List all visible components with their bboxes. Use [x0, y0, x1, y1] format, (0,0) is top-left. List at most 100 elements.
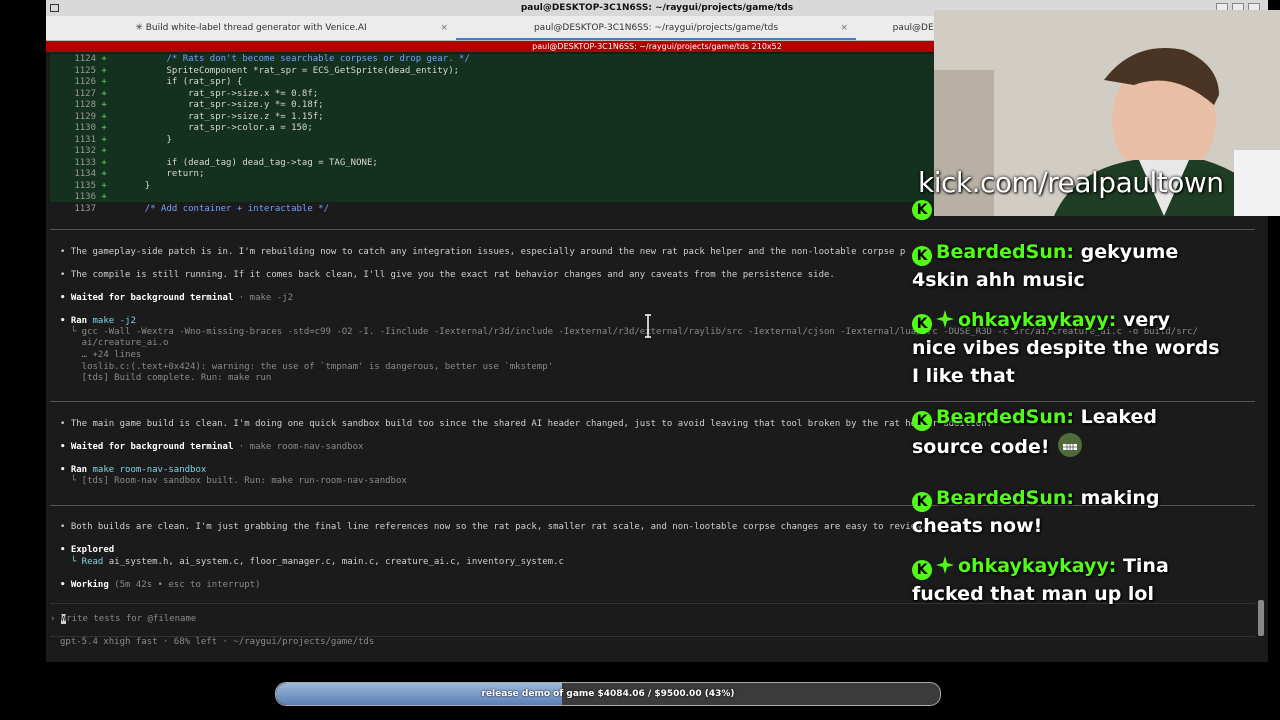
chat-text: Tina — [1116, 555, 1169, 577]
prompt-input[interactable]: › Write tests for @filename — [50, 614, 196, 625]
line-number: 1131 — [74, 134, 96, 145]
diff-sign: + — [101, 100, 107, 110]
wait-label: • Waited for background terminal — [60, 293, 234, 303]
diff-sign: + — [101, 54, 107, 64]
line-number: 1129 — [74, 111, 96, 122]
diff-line: 1136 + — [50, 192, 123, 204]
text-ibeam-cursor-icon — [645, 314, 651, 338]
diff-code: } — [123, 134, 172, 145]
chat-text: 4skin ahh music — [912, 269, 1085, 291]
wait-command: · make -j2 — [233, 293, 293, 303]
command-output: loslib.c:(.text+0x424): warning: the use… — [60, 362, 554, 372]
diff-line: 1126 + if (rat_spr) { — [50, 77, 242, 89]
diff-line: 1129 + rat_spr->size.z *= 1.15f; — [50, 111, 323, 124]
diff-view: 1124 + /* Rats don't become searchable c… — [50, 54, 935, 214]
ran-command: make room-nav-sandbox — [87, 465, 207, 475]
terminal-app-icon — [50, 4, 59, 12]
diff-sign: + — [101, 77, 107, 87]
kick-channel-url: kick.com/realpaultown — [918, 166, 1224, 199]
chat-username: ohkaykaykayy: — [958, 555, 1117, 577]
diff-sign: + — [101, 180, 107, 191]
ran-label: • Ran — [60, 465, 88, 475]
wait-command: · make room-nav-sandbox — [233, 442, 364, 452]
diff-sign: + — [101, 157, 107, 168]
kick-badge-icon: K — [912, 492, 932, 512]
ran-line: • Ran make -j2 — [60, 316, 136, 327]
chat-text: fucked that man up lol — [912, 583, 1154, 605]
chat-message: Kohkaykaykayy: Tina fucked that man up l… — [912, 552, 1169, 608]
donation-goal-label: release demo of game $4084.06 / $9500.00… — [481, 689, 735, 699]
diff-line: 1127 + rat_spr->size.x *= 0.8f; — [50, 89, 318, 101]
file-list: ai_system.h, ai_system.c, floor_manager.… — [103, 557, 564, 567]
diff-sign: + — [101, 134, 107, 145]
diff-line: 1132 + — [50, 146, 123, 158]
diff-line: 1125 + SpriteComponent *rat_spr = ECS_Ge… — [50, 66, 459, 78]
assistant-message: • The main game build is clean. I'm doin… — [60, 419, 992, 429]
grimace-emote-icon — [1058, 433, 1083, 457]
chat-text: I like that — [912, 365, 1015, 387]
diff-line: 1135 + } — [50, 181, 150, 193]
chat-message: Kohkaykaykayy: very nice vibes despite t… — [912, 306, 1220, 390]
diff-code: return; — [123, 169, 205, 179]
line-number: 1126 — [74, 77, 96, 87]
line-number: 1137 — [74, 203, 96, 214]
kick-badge-icon: K — [912, 560, 932, 580]
chat-username: BeardedSun: — [936, 487, 1074, 509]
diff-line: 1134 + return; — [50, 169, 204, 181]
pane-title: paul@DESKTOP-3C1N6SS: ~/raygui/projects/… — [532, 42, 782, 51]
line-number: 1128 — [74, 100, 96, 110]
working-label: • Working — [60, 580, 109, 590]
chat-message: K BeardedSun: gekyume 4skin ahh music — [912, 238, 1178, 294]
assistant-message: • The compile is still running. If it co… — [60, 270, 835, 280]
chat-partial-badge: K — [912, 192, 936, 220]
diff-code: SpriteComponent *rat_spr = ECS_GetSprite… — [123, 65, 460, 76]
chat-message: K BeardedSun: making cheats now! — [912, 484, 1160, 540]
command-output: └ [tds] Room-nav sandbox built. Run: mak… — [60, 476, 407, 486]
divider — [50, 401, 1255, 402]
diff-code: } — [123, 180, 151, 191]
wait-line: • Waited for background terminal · make … — [60, 442, 363, 453]
assistant-message: • The gameplay-side patch is in. I'm reb… — [60, 247, 906, 257]
tab-terminal-active[interactable]: paul@DESKTOP-3C1N6SS: ~/raygui/projects/… — [456, 16, 856, 40]
chat-username: BeardedSun: — [936, 241, 1074, 263]
status-line: gpt-5.4 xhigh fast · 68% left · ~/raygui… — [60, 637, 375, 647]
diff-sign: + — [101, 146, 107, 156]
chat-text: nice vibes despite the words — [912, 337, 1220, 359]
chat-text: gekyume — [1073, 241, 1179, 263]
line-number: 1127 — [74, 88, 96, 99]
window-title: paul@DESKTOP-3C1N6SS: ~/raygui/projects/… — [520, 3, 794, 13]
read-label: └ Read — [60, 557, 104, 567]
line-number: 1134 — [74, 169, 96, 179]
diff-sign: + — [101, 192, 107, 202]
sparkle-badge-icon — [936, 310, 954, 328]
diff-line: 1128 + rat_spr->size.y *= 0.18f; — [50, 100, 324, 112]
donation-goal-bar: release demo of game $4084.06 / $9500.00… — [275, 682, 941, 706]
tab-close-icon[interactable]: × — [440, 16, 448, 40]
chat-text: cheats now! — [912, 515, 1043, 537]
kick-badge-icon: K — [912, 314, 932, 334]
line-number: 1125 — [74, 65, 96, 76]
diff-code: rat_spr->size.y *= 0.18f; — [123, 100, 324, 110]
command-output: … +24 lines — [60, 350, 142, 360]
tab-label: paul@DESKTOP-3C1N6SS: ~/raygui/projects/… — [533, 23, 779, 33]
diff-code: rat_spr->size.x *= 0.8f; — [123, 88, 319, 99]
command-output: ai/creature_ai.o — [60, 338, 169, 348]
chat-text: Leaked — [1073, 406, 1158, 428]
tab-close-icon[interactable]: × — [840, 16, 848, 40]
ran-label: • Ran — [60, 316, 88, 326]
diff-sign: + — [101, 169, 107, 179]
diff-code: /* Rats don't become searchable corpses … — [123, 54, 470, 64]
tab-venice[interactable]: ✳ Build white-label thread generator wit… — [46, 16, 456, 40]
chat-text: very — [1116, 309, 1170, 331]
diff-code: if (dead_tag) dead_tag->tag = TAG_NONE; — [123, 157, 378, 168]
diff-code: /* Add container + interactable */ — [123, 203, 330, 214]
kick-badge-icon: K — [912, 246, 932, 266]
scrollbar-thumb[interactable] — [1258, 600, 1264, 636]
explored-line: • Explored — [60, 545, 115, 555]
diff-line: 1124 + /* Rats don't become searchable c… — [50, 54, 470, 66]
wait-line: • Waited for background terminal · make … — [60, 293, 293, 304]
diff-code: rat_spr->color.a = 150; — [123, 123, 313, 133]
ran-command: make -j2 — [87, 316, 136, 326]
diff-sign: + — [101, 65, 107, 76]
diff-line: 1130 + rat_spr->color.a = 150; — [50, 123, 313, 135]
